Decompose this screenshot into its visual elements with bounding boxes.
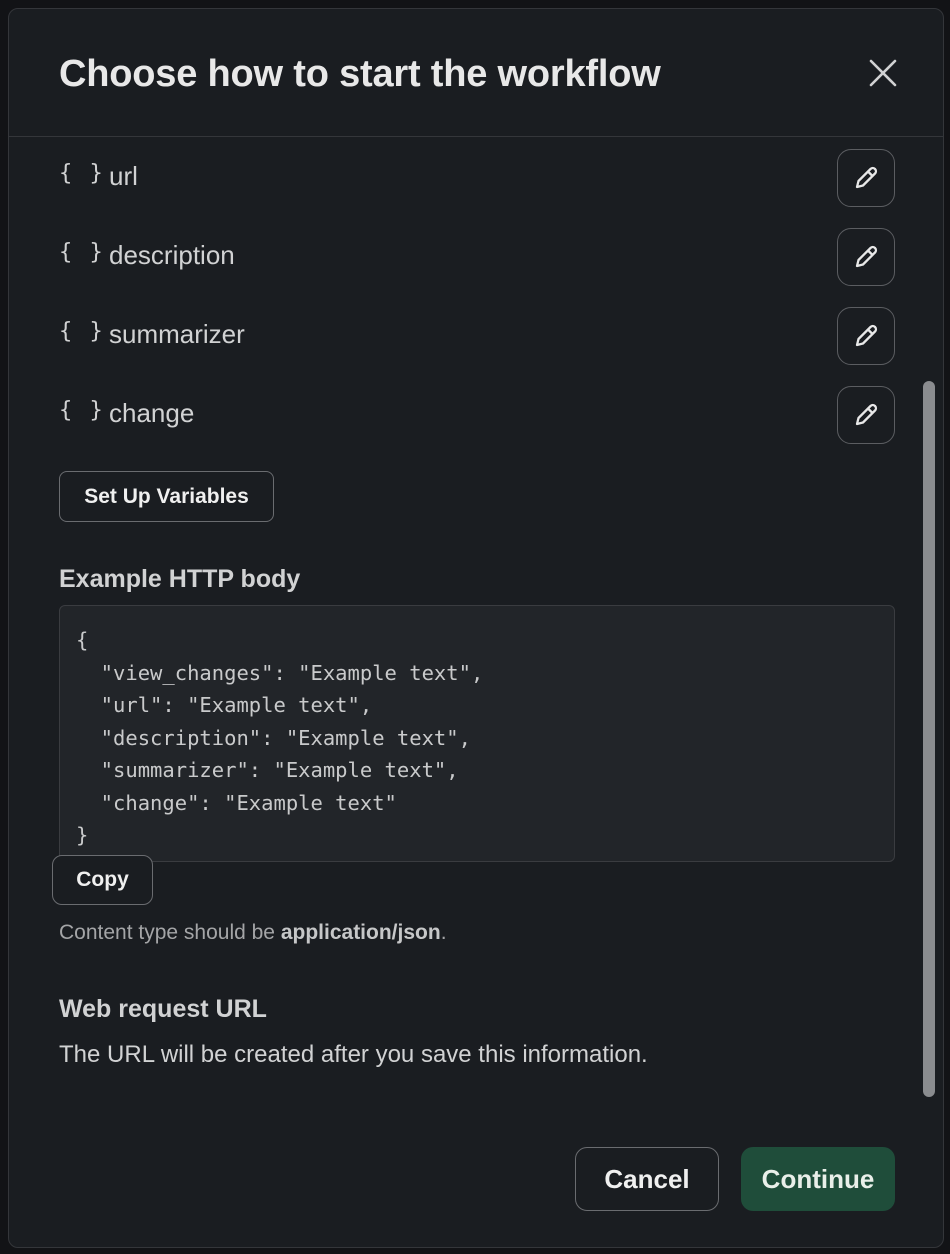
cancel-button[interactable]: Cancel [575, 1147, 719, 1211]
variable-row-description: { } description [9, 228, 943, 286]
pencil-icon [855, 166, 878, 189]
example-code-block: { "view_changes": "Example text", "url":… [59, 605, 895, 862]
braces-icon: { } [59, 240, 105, 265]
braces-icon: { } [59, 319, 105, 344]
variable-label: url [109, 161, 138, 191]
web-request-text: The URL will be created after you save t… [59, 1041, 648, 1068]
variable-label: summarizer [109, 319, 245, 349]
variable-row-change: { } change [9, 386, 943, 444]
content-type-value: application/json [280, 921, 441, 944]
edit-variable-button[interactable] [837, 149, 895, 207]
workflow-dialog: Choose how to start the workflow { } url… [8, 8, 944, 1248]
pencil-icon [855, 324, 878, 347]
braces-icon: { } [59, 161, 105, 186]
variable-label: description [109, 240, 235, 270]
pencil-icon [855, 245, 878, 268]
example-body-heading: Example HTTP body [59, 565, 301, 593]
variable-row-url: { } url [9, 149, 943, 207]
dialog-title: Choose how to start the workflow [59, 53, 661, 95]
edit-variable-button[interactable] [837, 386, 895, 444]
variable-row-summarizer: { } summarizer [9, 307, 943, 365]
close-button[interactable] [865, 55, 901, 91]
edit-variable-button[interactable] [837, 228, 895, 286]
hint-prefix: Content type should be [59, 921, 281, 944]
braces-icon: { } [59, 398, 105, 423]
hint-suffix: . [440, 921, 447, 944]
web-request-heading: Web request URL [59, 995, 267, 1023]
pencil-icon [855, 403, 878, 426]
content-type-hint: Content type should be application/json. [59, 921, 447, 945]
set-up-variables-button[interactable]: Set Up Variables [59, 471, 274, 522]
edit-variable-button[interactable] [837, 307, 895, 365]
close-icon [869, 59, 897, 87]
dialog-header: Choose how to start the workflow [9, 9, 943, 137]
variable-label: change [109, 398, 195, 428]
continue-button[interactable]: Continue [741, 1147, 895, 1211]
copy-button[interactable]: Copy [52, 855, 153, 905]
scrollbar-thumb[interactable] [923, 381, 935, 1097]
